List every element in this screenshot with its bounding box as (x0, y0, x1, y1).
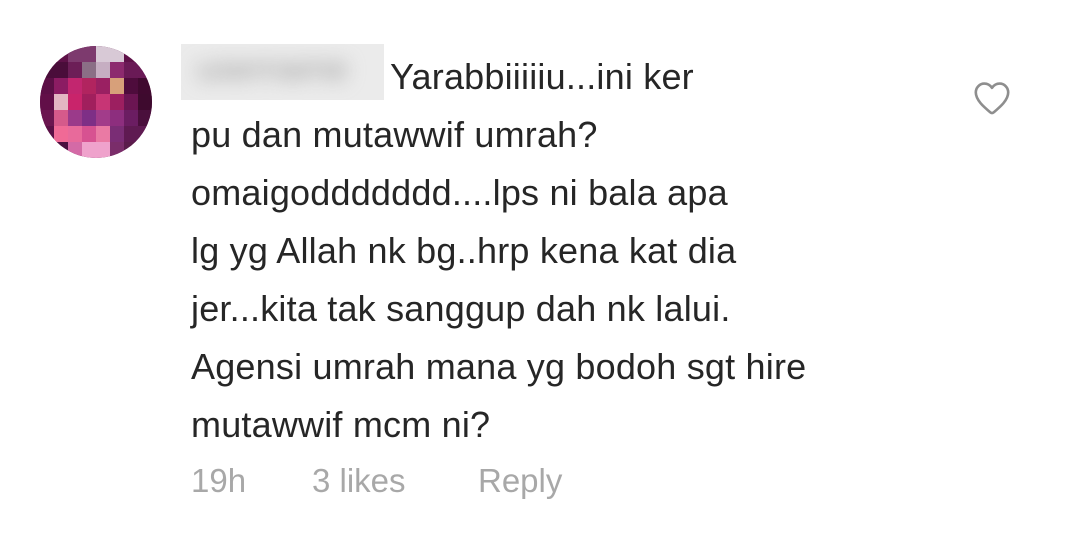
username: username (197, 50, 349, 88)
comment-line: Yarabbiiiiiu...ini ker (390, 56, 694, 97)
heart-icon (974, 82, 1010, 115)
comment-line: Agensi umrah mana yg bodoh sgt hire (191, 346, 807, 387)
username-redacted[interactable]: username (181, 44, 384, 100)
avatar[interactable] (40, 46, 152, 158)
timestamp[interactable]: 19h (191, 462, 246, 500)
likes-count[interactable]: 3 likes (312, 462, 406, 500)
pixelated-avatar-image (40, 46, 152, 158)
comment-line: omaigoddddddd....lps ni bala apa (191, 172, 728, 213)
reply-button[interactable]: Reply (478, 462, 562, 500)
comment: username Yarabbiiiiiu...ini ker pu dan m… (0, 0, 1076, 540)
comment-line: mutawwif mcm ni? (191, 404, 491, 445)
comment-line: pu dan mutawwif umrah? (191, 114, 598, 155)
comment-line: lg yg Allah nk bg..hrp kena kat dia (191, 230, 737, 271)
comment-line: jer...kita tak sanggup dah nk lalui. (191, 288, 731, 329)
heart-outline-icon[interactable] (972, 80, 1012, 116)
